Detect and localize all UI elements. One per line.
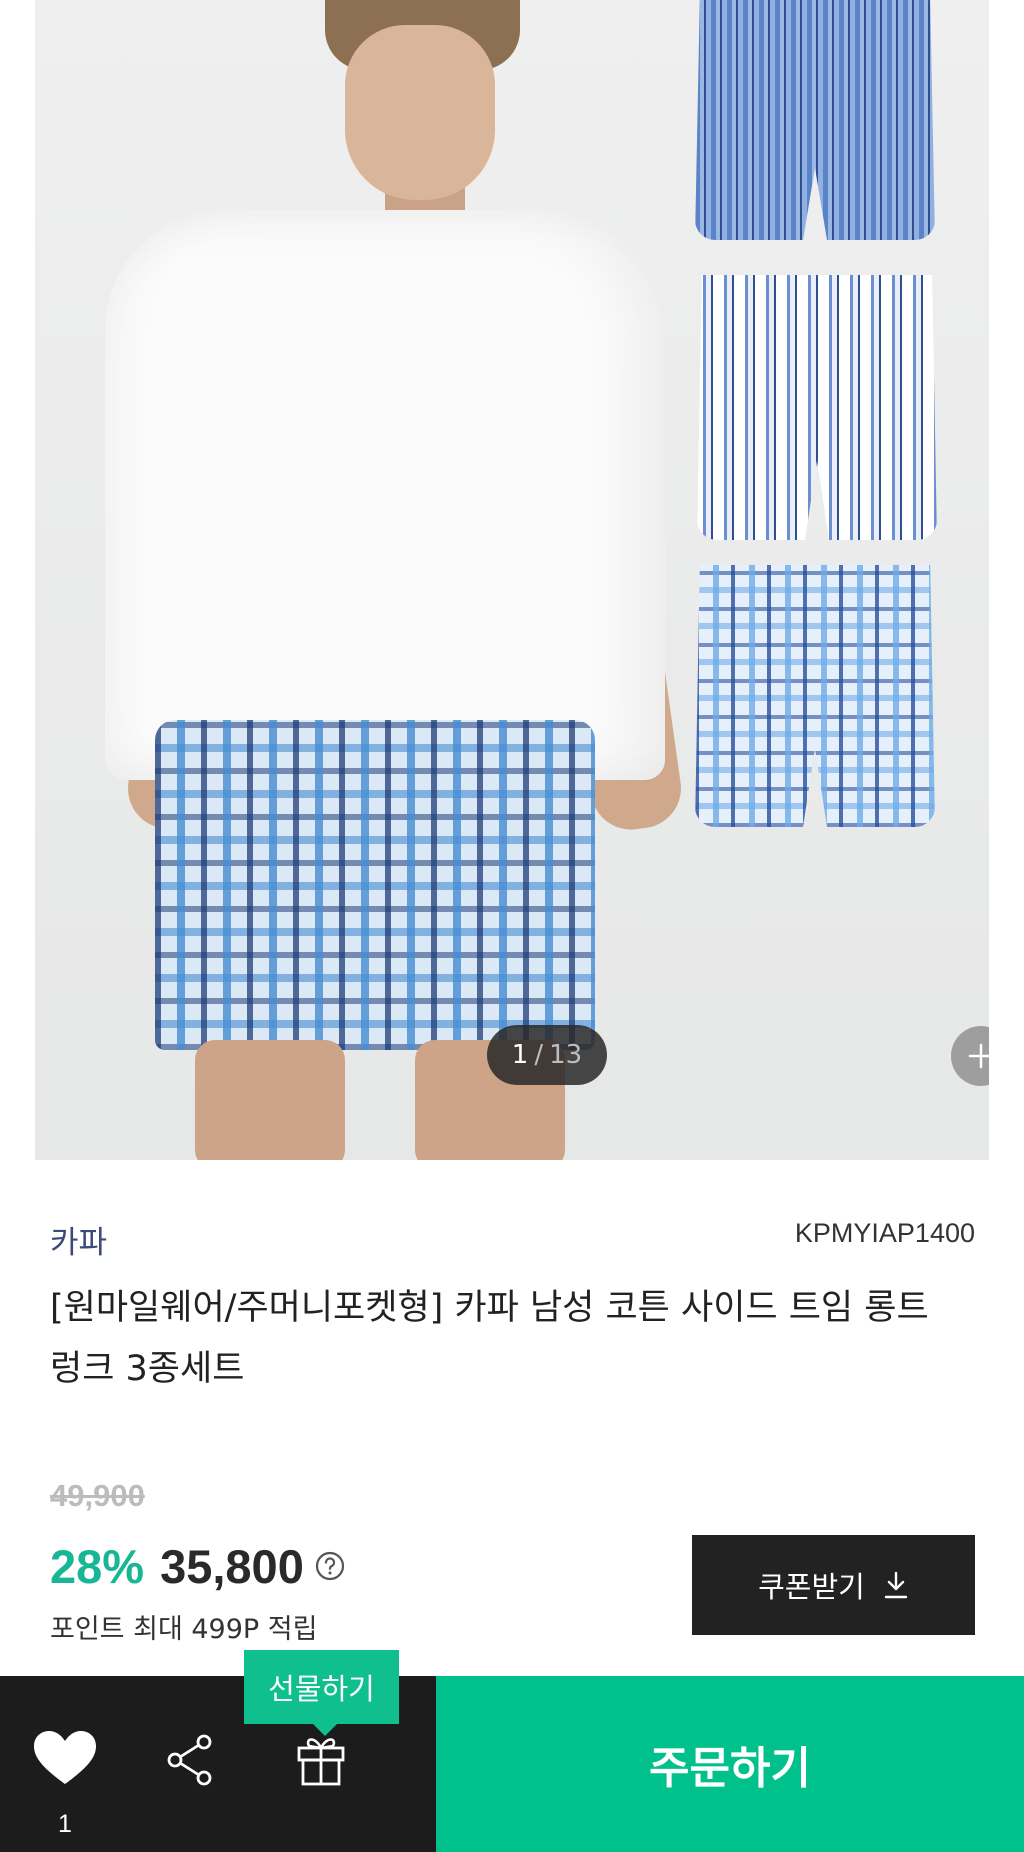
coupon-button-label: 쿠폰받기	[758, 1570, 865, 1604]
plus-icon	[968, 1043, 989, 1069]
like-button[interactable]	[30, 1728, 100, 1788]
image-counter-separator: /	[534, 1040, 544, 1070]
gift-icon	[297, 1738, 345, 1786]
image-current-index: 1	[511, 1040, 529, 1070]
gift-tooltip[interactable]: 선물하기	[244, 1650, 399, 1736]
bottom-action-bar: 1 주문하기	[0, 1676, 1024, 1852]
like-count: 1	[58, 1810, 72, 1838]
point-reward-text: 포인트 최대 499P 적립	[50, 1614, 318, 1645]
brand-link[interactable]: 카파	[50, 1217, 107, 1262]
product-title: [원마일웨어/주머니포켓형] 카파 남성 코튼 사이드 트임 롱트렁크 3종세트	[50, 1288, 929, 1389]
download-icon	[884, 1571, 908, 1599]
price-row: 28% 35,800	[50, 1536, 346, 1596]
share-button[interactable]	[163, 1732, 219, 1788]
discount-rate: 28%	[50, 1539, 145, 1593]
coupon-download-button[interactable]: 쿠폰받기	[692, 1535, 975, 1635]
gift-button[interactable]	[293, 1728, 349, 1788]
price-info-icon[interactable]	[314, 1550, 346, 1582]
gift-tooltip-label: 선물하기	[268, 1672, 375, 1706]
heart-icon	[34, 1731, 96, 1784]
sale-price: 35,800	[160, 1539, 304, 1593]
product-photo-model	[105, 0, 687, 1160]
product-code: KPMYIAP1400	[794, 1218, 975, 1248]
image-page-counter: 1 / 13	[487, 1025, 607, 1085]
share-icon	[167, 1734, 212, 1786]
image-total-count: 13	[549, 1040, 583, 1070]
product-image-gallery[interactable]: 1 / 13	[35, 0, 989, 1160]
order-button[interactable]: 주문하기	[436, 1676, 1024, 1852]
original-price: 49,900	[50, 1478, 145, 1513]
order-button-label: 주문하기	[649, 1743, 811, 1794]
